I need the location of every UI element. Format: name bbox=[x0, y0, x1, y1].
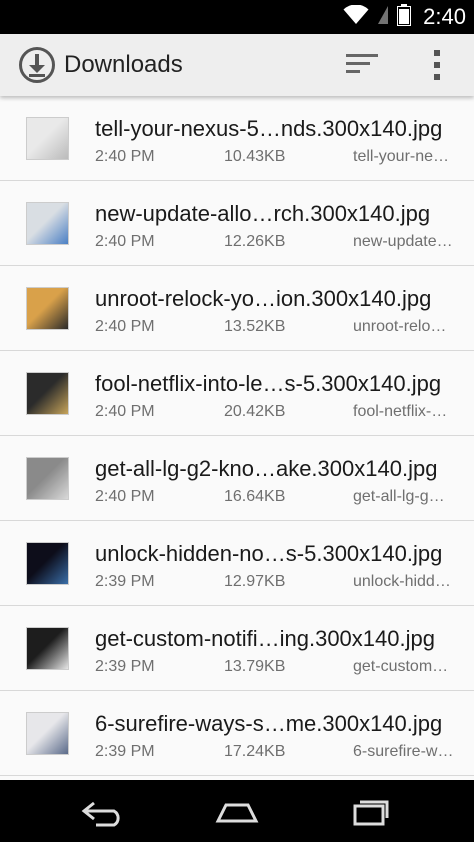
app-bar: Downloads bbox=[0, 34, 474, 96]
list-item[interactable]: get-all-lg-g2-kno…ake.300x140.jpg 2:40 PM… bbox=[0, 436, 474, 521]
file-size: 17.24KB bbox=[224, 743, 286, 760]
file-name: new-update-allo…rch.300x140.jpg bbox=[95, 201, 431, 226]
list-item[interactable]: unlock-hidden-no…s-5.300x140.jpg 2:39 PM 1… bbox=[0, 521, 474, 606]
file-time: 2:40 PM bbox=[95, 148, 155, 165]
sort-button[interactable] bbox=[340, 48, 384, 82]
list-item[interactable]: new-update-allo…rch.300x140.jpg 2:40 PM 12… bbox=[0, 181, 474, 266]
status-clock: 2:40 bbox=[423, 4, 466, 29]
file-time: 2:40 PM bbox=[95, 233, 155, 250]
list-item[interactable]: fool-netflix-into-le…s-5.300x140.jpg 2:40… bbox=[0, 351, 474, 436]
file-size: 13.79KB bbox=[224, 658, 286, 675]
downloads-list: tell-your-nexus-5…nds.300x140.jpg 2:40 PM… bbox=[0, 96, 474, 780]
download-icon[interactable] bbox=[18, 46, 56, 84]
file-thumbnail bbox=[26, 542, 69, 585]
page-title: Downloads bbox=[64, 51, 183, 78]
file-source: get-custom… bbox=[353, 658, 449, 675]
file-name: unroot-relock-yo…ion.300x140.jpg bbox=[95, 286, 432, 311]
file-source: new-update… bbox=[353, 233, 453, 250]
file-size: 12.97KB bbox=[224, 573, 286, 590]
file-source: fool-netflix-… bbox=[353, 403, 448, 420]
file-size: 16.64KB bbox=[224, 488, 286, 505]
navigation-bar bbox=[0, 780, 474, 842]
home-icon[interactable] bbox=[207, 790, 267, 834]
file-source: 6-surefire-w… bbox=[353, 743, 454, 760]
file-source: unlock-hidd… bbox=[353, 573, 451, 590]
file-name: tell-your-nexus-5…nds.300x140.jpg bbox=[95, 116, 443, 141]
file-time: 2:39 PM bbox=[95, 573, 155, 590]
file-time: 2:39 PM bbox=[95, 658, 155, 675]
file-thumbnail bbox=[26, 457, 69, 500]
wifi-icon bbox=[343, 3, 369, 30]
list-item[interactable]: unroot-relock-yo…ion.300x140.jpg 2:40 PM 1… bbox=[0, 266, 474, 351]
file-name: 6-surefire-ways-s…me.300x140.jpg bbox=[95, 711, 443, 736]
file-thumbnail bbox=[26, 202, 69, 245]
file-thumbnail bbox=[26, 627, 69, 670]
file-thumbnail bbox=[26, 712, 69, 755]
file-name: fool-netflix-into-le…s-5.300x140.jpg bbox=[95, 371, 442, 396]
file-thumbnail bbox=[26, 372, 69, 415]
signal-icon bbox=[377, 5, 389, 30]
file-thumbnail bbox=[26, 117, 69, 160]
file-size: 13.52KB bbox=[224, 318, 286, 335]
list-item[interactable]: get-custom-notifi…ing.300x140.jpg 2:39 PM… bbox=[0, 606, 474, 691]
battery-icon bbox=[397, 3, 412, 31]
file-thumbnail bbox=[26, 287, 69, 330]
recents-icon[interactable] bbox=[340, 790, 400, 834]
file-name: get-all-lg-g2-kno…ake.300x140.jpg bbox=[95, 456, 438, 481]
list-item[interactable]: 6-surefire-ways-s…me.300x140.jpg 2:39 PM 1… bbox=[0, 691, 474, 776]
file-size: 20.42KB bbox=[224, 403, 286, 420]
status-icons: 2:40 bbox=[343, 3, 466, 31]
file-size: 12.26KB bbox=[224, 233, 286, 250]
file-name: unlock-hidden-no…s-5.300x140.jpg bbox=[95, 541, 443, 566]
file-time: 2:39 PM bbox=[95, 743, 155, 760]
file-time: 2:40 PM bbox=[95, 403, 155, 420]
file-source: tell-your-ne… bbox=[353, 148, 450, 165]
file-size: 10.43KB bbox=[224, 148, 286, 165]
list-item[interactable]: tell-your-nexus-5…nds.300x140.jpg 2:40 PM… bbox=[0, 96, 474, 181]
file-time: 2:40 PM bbox=[95, 488, 155, 505]
file-name: get-custom-notifi…ing.300x140.jpg bbox=[95, 626, 435, 651]
file-time: 2:40 PM bbox=[95, 318, 155, 335]
status-bar: 2:40 bbox=[0, 0, 474, 34]
overflow-menu-button[interactable] bbox=[420, 46, 454, 84]
file-source: unroot-relo… bbox=[353, 318, 447, 335]
back-icon[interactable] bbox=[75, 790, 135, 834]
file-source: get-all-lg-g… bbox=[353, 488, 445, 505]
